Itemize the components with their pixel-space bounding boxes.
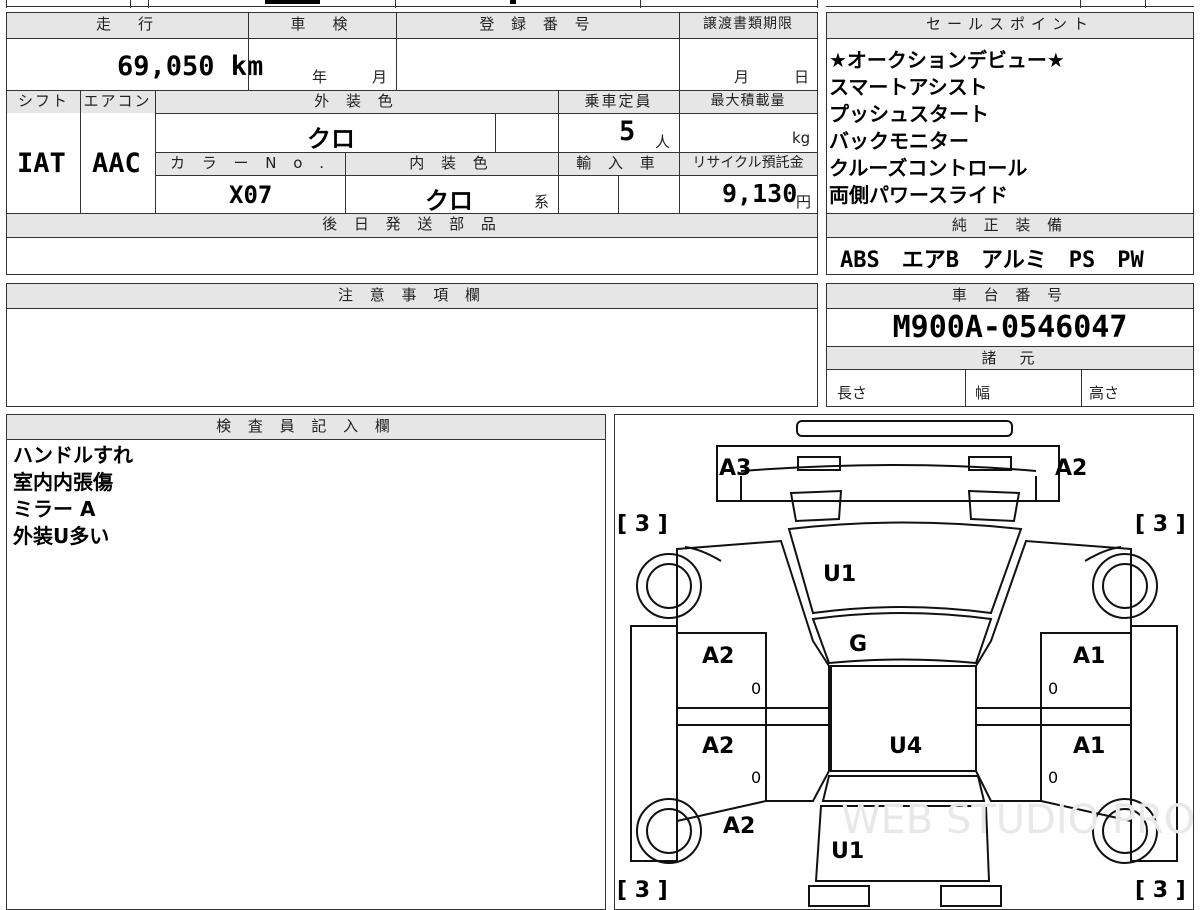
watermark-text: WEB STUDIO PRO	[841, 797, 1194, 843]
mark-left-rear-fender: A2	[723, 814, 755, 839]
mark-right-rear-door-small: 0	[1048, 768, 1058, 787]
color-no-value: X07	[229, 181, 273, 209]
mark-right-front-door: A1	[1073, 644, 1105, 669]
color-no-header: カ ラ ー N o .	[155, 152, 345, 175]
mark-front-right: A2	[1055, 456, 1087, 481]
capacity-value: 5	[619, 116, 636, 147]
transfer-month: 月	[734, 68, 750, 86]
sales-points-list: ★オークションデビュー★ スマートアシスト プッシュスタート バックモニター ク…	[829, 47, 1191, 209]
mark-windshield: G	[849, 632, 867, 657]
mileage-header: 走 行	[7, 13, 248, 38]
inspector-panel: 検 査 員 記 入 欄 ハンドルすれ 室内内張傷 ミラー A 外装U多い	[6, 414, 606, 910]
max-load-unit: kg	[792, 129, 811, 147]
max-load-header: 最大積載量	[679, 90, 817, 113]
equipment-header: 純 正 装 備	[827, 214, 1193, 237]
inspection-year: 年	[312, 68, 328, 86]
recycle-fee-unit: 円	[796, 193, 812, 211]
spec-width-label: 幅	[975, 384, 991, 402]
spec-header: 諸 元	[827, 347, 1193, 369]
ac-header: エアコン	[80, 90, 155, 113]
sales-point-item: プッシュスタート	[829, 102, 989, 126]
mileage-value: 69,050 km	[117, 51, 264, 82]
sales-point-item: クルーズコントロール	[829, 156, 1028, 180]
tire-mark-front-right: [ 3 ]	[1135, 512, 1186, 537]
mark-right-front-door-small: 0	[1048, 679, 1058, 698]
mark-right-rear-door: A1	[1073, 734, 1105, 759]
chassis-header: 車 台 番 号	[827, 284, 1193, 308]
car-diagram: WEB STUDIO PRO A3 A2 U1 G U4 U1 A2 A2 A2…	[617, 420, 1194, 907]
equipment-value: ABS エアB アルミ PS PW	[840, 248, 1144, 273]
registration-header: 登 録 番 号	[396, 13, 679, 38]
shift-header: シフト	[7, 90, 80, 113]
caution-header: 注 意 事 項 欄	[7, 284, 817, 308]
caution-panel: 注 意 事 項 欄	[6, 283, 818, 407]
transfer-day: 日	[794, 68, 810, 86]
exterior-color-value: クロ	[307, 125, 355, 153]
mark-left-rear-door-small: 0	[751, 768, 761, 787]
recycle-header: リサイクル預託金	[679, 152, 817, 175]
top-strip	[0, 0, 1200, 8]
tire-mark-rear-right: [ 3 ]	[1135, 878, 1186, 903]
windshield	[811, 612, 993, 665]
sales-points-panel: セールスポイント ★オークションデビュー★ スマートアシスト プッシュスタート …	[826, 12, 1194, 275]
sales-points-header: セールスポイント	[827, 13, 1193, 38]
chassis-number: M900A-0546047	[892, 310, 1128, 345]
inspection-month: 月	[372, 68, 388, 86]
registration-value	[396, 38, 679, 88]
inspector-note: ハンドルすれ	[13, 443, 133, 467]
spec-height-label: 高さ	[1089, 384, 1120, 402]
interior-color-suffix: 系	[534, 193, 550, 211]
chassis-panel: 車 台 番 号 M900A-0546047 諸 元 長さ 幅 高さ	[826, 283, 1194, 407]
sales-point-item: ★オークションデビュー★	[829, 48, 1065, 72]
mark-hood: U1	[823, 562, 856, 587]
inspector-header: 検 査 員 記 入 欄	[7, 415, 605, 439]
tire-mark-front-left: [ 3 ]	[617, 512, 668, 537]
inspector-note: 外装U多い	[13, 524, 110, 548]
front-bumper	[796, 420, 1013, 437]
transfer-header: 譲渡書類期限	[679, 13, 817, 38]
shift-value: IAT	[17, 148, 66, 179]
inspector-note: 室内内張傷	[13, 470, 113, 494]
inspection-header: 車 検	[248, 13, 396, 38]
import-header: 輸 入 車	[558, 152, 679, 175]
capacity-unit: 人	[655, 133, 671, 151]
mark-left-front-door: A2	[702, 644, 734, 669]
capacity-header: 乗車定員	[558, 90, 679, 113]
car-diagram-panel: WEB STUDIO PRO A3 A2 U1 G U4 U1 A2 A2 A2…	[614, 414, 1194, 910]
mark-roof: U4	[889, 734, 922, 759]
mark-left-rear-door: A2	[702, 734, 734, 759]
ac-value: AAC	[92, 148, 141, 179]
interior-color-header: 内 装 色	[345, 152, 558, 175]
tire-mark-rear-left: [ 3 ]	[617, 878, 668, 903]
sales-point-item: 両側パワースライド	[829, 183, 1008, 207]
spec-length-label: 長さ	[837, 384, 868, 402]
exterior-color-header: 外 装 色	[155, 90, 558, 113]
inspector-note: ミラー A	[13, 497, 96, 521]
vehicle-info-table: 走 行 車 検 登 録 番 号 譲渡書類期限 69,050 km 年 月 月 日…	[6, 12, 818, 275]
recycle-fee-value: 9,130	[722, 179, 798, 208]
sales-point-item: スマートアシスト	[829, 75, 988, 99]
interior-color-value: クロ	[425, 187, 473, 215]
mark-front-left: A3	[719, 456, 751, 481]
sales-point-item: バックモニター	[829, 129, 969, 153]
inspector-notes: ハンドルすれ 室内内張傷 ミラー A 外装U多い	[13, 442, 593, 550]
mark-left-front-door-small: 0	[751, 679, 761, 698]
later-parts-header: 後 日 発 送 部 品	[7, 213, 817, 237]
mark-rear: U1	[831, 839, 864, 864]
